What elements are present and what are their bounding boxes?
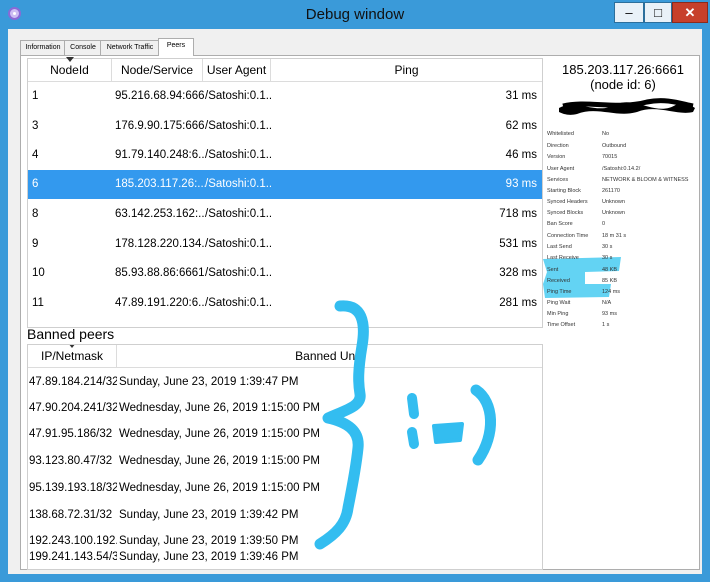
peer-row[interactable]: 4 91.79.140.248:6... /Satoshi:0.1... 46 … [28,141,542,170]
peer-nodeid: 9 [32,238,39,250]
peer-row[interactable]: 8 63.142.253.162:... /Satoshi:0.1... 718… [28,200,542,229]
column-header-user-agent[interactable]: User Agent [203,59,271,81]
peer-service: 47.89.191.220:6... [115,297,205,309]
tab-information[interactable]: Information [20,40,66,55]
peer-row-selected[interactable]: 6 185.203.117.26:... /Satoshi:0.1... 93 … [28,170,542,199]
banned-ip: 138.68.72.31/32 [29,509,113,521]
sort-indicator-icon [68,345,76,348]
peer-ping: 31 ms [505,90,537,102]
banned-ip: 47.91.95.186/32 [29,428,113,440]
peer-nodeid: 8 [32,208,39,220]
column-header-node-service[interactable]: Node/Service [112,59,203,81]
peer-nodeid: 6 [32,178,39,190]
peer-nodeid: 3 [32,120,39,132]
banned-peers-title: Banned peers [27,326,115,342]
peer-service: 178.128.220.134... [115,238,205,250]
column-header-ip-netmask[interactable]: IP/Netmask [28,345,117,367]
peer-service: 91.79.140.248:6... [115,149,205,161]
banned-ip: 93.123.80.47/32 [29,455,113,467]
peer-service: 185.203.117.26:... [115,178,205,190]
tab-network-traffic[interactable]: Network Traffic [100,40,160,55]
peer-address-title: 185.203.117.26:6661 [562,62,684,77]
minimize-button[interactable]: – [614,2,644,23]
peer-user-agent: /Satoshi:0.1... [205,90,271,102]
peers-table[interactable]: NodeId Node/Service User Agent Ping 1 95… [27,57,543,328]
detail-row-last-receive: Last Receive 30 s [547,255,613,261]
banned-ip: 95.139.193.18/32 [29,482,117,494]
detail-row-whitelisted: Whitelisted No [547,131,610,137]
peer-service: 176.9.90.175:6661 [115,120,205,132]
detail-row-time-offset: Time Offset 1 s [547,322,610,328]
column-header-ping[interactable]: Ping [271,59,542,81]
peer-service: 95.216.68.94:6661 [115,90,205,102]
peer-user-agent: /Satoshi:0.1... [205,267,271,279]
peer-service: 63.142.253.162:... [115,208,205,220]
tab-console[interactable]: Console [64,40,102,55]
detail-row-ban-score: Ban Score 0 [547,221,606,227]
peer-ping: 328 ms [499,267,537,279]
peer-user-agent: /Satoshi:0.1... [205,208,271,220]
peer-nodeid: 10 [32,267,45,279]
close-button[interactable]: ✕ [672,2,708,23]
peer-row[interactable]: 9 178.128.220.134... /Satoshi:0.1... 531… [28,230,542,259]
title-bar[interactable]: Debug window – □ ✕ [1,1,709,29]
banned-ip: 47.89.184.214/32 [29,376,117,388]
window-title: Debug window [305,6,405,23]
peer-service: 85.93.88.86:6661 [115,267,205,279]
peer-details-panel: 185.203.117.26:6661 (node id: 6) Whiteli… [543,60,699,360]
peer-node-id: (node id: 6) [590,77,656,92]
column-header-nodeid[interactable]: NodeId [28,57,112,81]
peer-ping: 718 ms [499,208,537,220]
detail-row-version: Version 70015 [547,154,618,160]
peer-ping: 93 ms [505,178,537,190]
peers-table-header: NodeId Node/Service User Agent Ping [28,57,542,82]
maximize-button[interactable]: □ [644,2,672,23]
peer-row[interactable]: 3 176.9.90.175:6661 /Satoshi:0.1... 62 m… [28,112,542,141]
peer-user-agent: /Satoshi:0.1... [205,149,271,161]
peer-ping: 62 ms [505,120,537,132]
tab-peers[interactable]: Peers [158,38,194,56]
redaction-scribble [559,98,695,115]
peer-user-agent: /Satoshi:0.1... [205,297,271,309]
sort-indicator-icon [66,57,74,62]
peer-user-agent: /Satoshi:0.1... [205,178,271,190]
banned-ip: 47.90.204.241/32 [29,402,117,414]
banned-ip: 199.241.143.54/32 [29,551,117,563]
peer-user-agent: /Satoshi:0.1... [205,120,271,132]
peer-ping: 46 ms [505,149,537,161]
peer-ping: 531 ms [499,238,537,250]
peer-nodeid: 1 [32,90,39,102]
peer-user-agent: /Satoshi:0.1... [205,238,271,250]
peer-nodeid: 11 [32,297,44,309]
peer-row[interactable]: 10 85.93.88.86:6661 /Satoshi:0.1... 328 … [28,259,542,288]
peer-row[interactable]: 1 95.216.68.94:6661 /Satoshi:0.1... 31 m… [28,82,542,111]
doodle-annotation [314,300,496,550]
peer-nodeid: 4 [32,149,39,161]
